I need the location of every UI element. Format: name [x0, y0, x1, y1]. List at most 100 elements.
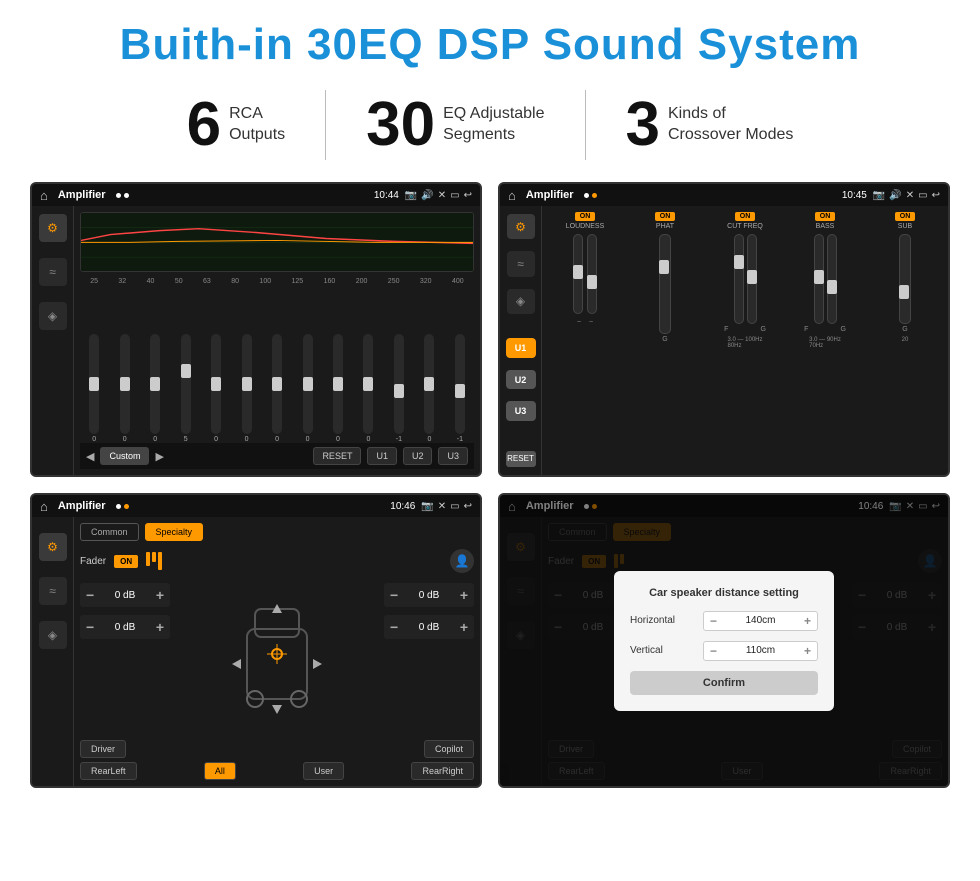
tab-common[interactable]: Common [80, 523, 139, 541]
stat-number-crossover: 3 [626, 94, 660, 156]
fl-plus-btn[interactable]: + [156, 587, 164, 603]
amp-icon-speaker[interactable]: ◈ [507, 289, 535, 314]
horizontal-value: 140cm [723, 615, 798, 626]
rl-db-val: 0 dB [98, 622, 152, 633]
fader-main: Common Specialty Fader ON 👤 [74, 517, 480, 786]
driver-btn[interactable]: Driver [80, 740, 126, 758]
amp-icon-wave[interactable]: ≈ [507, 251, 535, 276]
eq-custom-btn[interactable]: Custom [100, 447, 149, 465]
eq-u2-btn[interactable]: U2 [403, 447, 433, 465]
eq-u3-btn[interactable]: U3 [438, 447, 468, 465]
eq-reset-btn[interactable]: RESET [313, 447, 361, 465]
fader-top: Fader ON 👤 [80, 549, 474, 573]
eq-slider-10[interactable]: 0 [354, 334, 382, 443]
back-icon-3[interactable]: ↩ [464, 501, 472, 512]
eq-slider-13[interactable]: -1 [446, 334, 474, 443]
amp-icon-filter[interactable]: ⚙ [507, 214, 535, 239]
eq-prev-btn[interactable]: ◀ [86, 450, 94, 463]
bass-slider-g[interactable] [827, 234, 837, 324]
amp-u1-btn[interactable]: U1 [506, 338, 536, 358]
back-icon-2[interactable]: ↩ [932, 190, 940, 201]
loudness-slider-r[interactable] [587, 234, 597, 314]
eq-bottom-bar: ◀ Custom ▶ RESET U1 U2 U3 [80, 443, 474, 469]
battery-icon: ▭ [450, 190, 459, 201]
fader-screen-content: ⚙ ≈ ◈ Common Specialty Fader ON [32, 517, 480, 786]
stat-label-eq: EQ Adjustable Segments [443, 104, 544, 146]
amp-cutfreq-col: ON CUT FREQ F G 3.0 — 100Hz [708, 212, 782, 469]
fader-on-badge[interactable]: ON [114, 555, 138, 568]
copilot-btn[interactable]: Copilot [424, 740, 474, 758]
bass-slider-f[interactable] [814, 234, 824, 324]
eq-icon-filter[interactable]: ⚙ [39, 214, 67, 242]
fader-icon-speaker[interactable]: ◈ [39, 621, 67, 649]
loudness-on-badge[interactable]: ON [575, 212, 596, 221]
eq-slider-6[interactable]: 0 [232, 334, 260, 443]
amp-u2-btn[interactable]: U2 [506, 370, 536, 390]
loudness-slider-l[interactable] [573, 234, 583, 314]
home-icon[interactable]: ⌂ [40, 188, 48, 203]
phat-slider[interactable] [659, 234, 671, 334]
fl-minus-btn[interactable]: − [86, 587, 94, 603]
fr-minus-btn[interactable]: − [390, 587, 398, 603]
eq-freq-labels: 25 32 40 50 63 80 100 125 160 200 250 32… [80, 278, 474, 285]
cutfreq-slider-g[interactable] [747, 234, 757, 324]
amp-sidebar: ⚙ ≈ ◈ U1 U2 U3 RESET [500, 206, 542, 475]
horizontal-minus-btn[interactable]: − [710, 614, 717, 628]
eq-slider-3[interactable]: 0 [141, 334, 169, 443]
vertical-minus-btn[interactable]: − [710, 644, 717, 658]
page-title: Buith-in 30EQ DSP Sound System [30, 20, 950, 70]
screen3-time: 10:46 [390, 501, 415, 512]
eq-slider-8[interactable]: 0 [293, 334, 321, 443]
confirm-button[interactable]: Confirm [630, 671, 818, 695]
phat-on-badge[interactable]: ON [655, 212, 676, 221]
fader-front-right-db: − 0 dB + [384, 583, 474, 607]
cutfreq-on-badge[interactable]: ON [735, 212, 756, 221]
rearleft-btn[interactable]: RearLeft [80, 762, 137, 780]
stats-row: 6 RCA Outputs 30 EQ Adjustable Segments … [30, 90, 950, 160]
eq-u1-btn[interactable]: U1 [367, 447, 397, 465]
eq-icon-speaker[interactable]: ◈ [39, 302, 67, 330]
vertical-plus-btn[interactable]: + [804, 644, 811, 658]
horizontal-plus-btn[interactable]: + [804, 614, 811, 628]
sub-slider[interactable] [899, 234, 911, 324]
fader-tabs: Common Specialty [80, 523, 474, 541]
eq-next-btn[interactable]: ▶ [155, 450, 163, 463]
eq-slider-9[interactable]: 0 [324, 334, 352, 443]
back-icon[interactable]: ↩ [464, 190, 472, 201]
rr-db-val: 0 dB [402, 622, 456, 633]
amp-loudness-col: ON LOUDNESS ~ ~ [548, 212, 622, 469]
eq-slider-5[interactable]: 0 [202, 334, 230, 443]
eq-icon-wave[interactable]: ≈ [39, 258, 67, 286]
screen-fader: ⌂ Amplifier 10:46 📷 ✕ ▭ ↩ ⚙ ≈ ◈ [30, 493, 482, 788]
bass-on-badge[interactable]: ON [815, 212, 836, 221]
eq-slider-11[interactable]: -1 [385, 334, 413, 443]
fr-plus-btn[interactable]: + [460, 587, 468, 603]
rl-minus-btn[interactable]: − [86, 619, 94, 635]
battery-icon-3: ▭ [450, 501, 459, 512]
eq-slider-7[interactable]: 0 [263, 334, 291, 443]
camera-icon-2: 📷 [873, 190, 885, 201]
eq-slider-12[interactable]: 0 [415, 334, 443, 443]
eq-slider-4[interactable]: 5 [171, 334, 199, 443]
rearright-btn[interactable]: RearRight [411, 762, 474, 780]
rr-minus-btn[interactable]: − [390, 619, 398, 635]
fader-icon-filter[interactable]: ⚙ [39, 533, 67, 561]
eq-slider-2[interactable]: 0 [110, 334, 138, 443]
rr-plus-btn[interactable]: + [460, 619, 468, 635]
home-icon-3[interactable]: ⌂ [40, 499, 48, 514]
user-btn[interactable]: User [303, 762, 344, 780]
fr-db-val: 0 dB [402, 590, 456, 601]
fader-person-icon: 👤 [450, 549, 474, 573]
rl-plus-btn[interactable]: + [156, 619, 164, 635]
home-icon-2[interactable]: ⌂ [508, 188, 516, 203]
tab-specialty[interactable]: Specialty [145, 523, 204, 541]
fader-icon-wave[interactable]: ≈ [39, 577, 67, 605]
all-btn[interactable]: All [204, 762, 236, 780]
sub-on-badge[interactable]: ON [895, 212, 916, 221]
amp-u3-btn[interactable]: U3 [506, 401, 536, 421]
amp-reset-btn[interactable]: RESET [506, 451, 536, 467]
vertical-val-row: − 110cm + [703, 641, 818, 661]
eq-slider-1[interactable]: 0 [80, 334, 108, 443]
fader-bottom-buttons: Driver Copilot [80, 740, 474, 758]
cutfreq-slider-f[interactable] [734, 234, 744, 324]
